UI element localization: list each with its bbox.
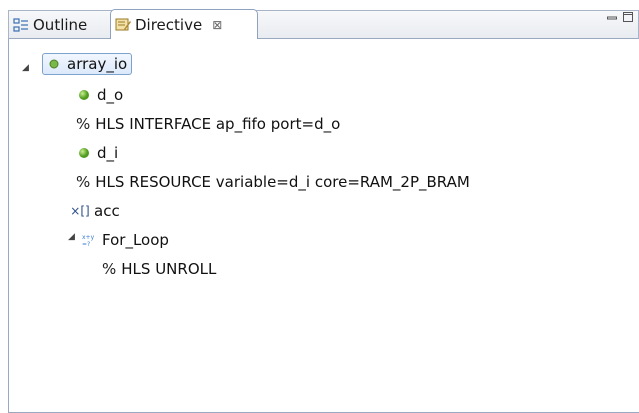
- tree-item-root[interactable]: array_io: [42, 53, 133, 75]
- tree-item[interactable]: % HLS UNROLL: [102, 257, 216, 281]
- tree-item-label: array_io: [67, 55, 128, 73]
- tree-item-label: For_Loop: [102, 231, 169, 249]
- percent-icon: %: [102, 260, 117, 278]
- view-controls: [607, 12, 633, 24]
- tree-item-label: d_o: [97, 86, 124, 104]
- tree-item[interactable]: % HLS RESOURCE variable=d_i core=RAM_2P_…: [76, 170, 470, 194]
- tree-item-label: acc: [94, 202, 120, 220]
- tab-outline[interactable]: Outline: [9, 10, 115, 40]
- tab-outline-label: Outline: [33, 16, 88, 34]
- loop-icon: x+y =?: [82, 233, 96, 247]
- tree-item[interactable]: % HLS INTERFACE ap_fifo port=d_o: [76, 112, 340, 136]
- tab-directive-label: Directive: [135, 16, 203, 34]
- minimize-icon[interactable]: [607, 12, 617, 24]
- green-ball-icon: [77, 88, 91, 102]
- directive-icon: [115, 17, 131, 33]
- outline-icon: [13, 17, 29, 33]
- tree-item-label: d_i: [97, 144, 119, 162]
- expand-twisty-icon[interactable]: ◢: [22, 63, 29, 73]
- tree-item-label: HLS INTERFACE ap_fifo port=d_o: [95, 115, 341, 133]
- tree-item[interactable]: ×[] acc: [69, 199, 120, 223]
- tab-directive[interactable]: Directive ⊠: [110, 9, 258, 40]
- tree-item[interactable]: d_o: [77, 83, 123, 107]
- percent-icon: %: [76, 115, 91, 133]
- green-ball-icon: [77, 146, 91, 160]
- close-tab-icon[interactable]: ⊠: [212, 18, 222, 32]
- expand-twisty-icon[interactable]: ◢: [68, 232, 75, 242]
- tree-item[interactable]: x+y =? For_Loop: [82, 228, 169, 252]
- tree-item[interactable]: d_i: [77, 141, 118, 165]
- array-variable-icon: ×[]: [70, 204, 90, 218]
- svg-text:=?: =?: [82, 241, 90, 247]
- directive-view-panel: ◢ array_io d_o % HLS INTERFACE ap_fifo p…: [8, 39, 639, 413]
- percent-icon: %: [76, 173, 91, 191]
- svg-text:x+y: x+y: [82, 234, 95, 241]
- green-dot-icon: [47, 57, 61, 71]
- tree-item-label: HLS UNROLL: [121, 260, 217, 278]
- maximize-icon[interactable]: [623, 12, 633, 24]
- view-tab-bar: Outline Directive ⊠: [0, 0, 639, 40]
- tree-item-label: HLS RESOURCE variable=d_i core=RAM_2P_BR…: [95, 173, 470, 191]
